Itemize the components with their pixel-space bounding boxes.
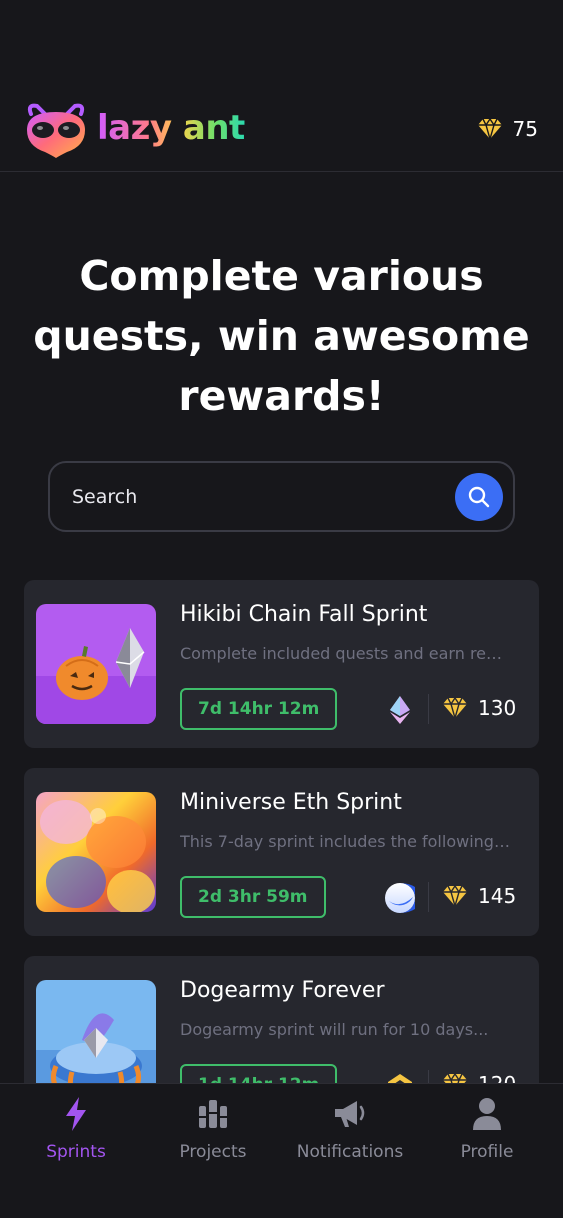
search-icon [468,486,490,508]
reward-value: 120 [478,1072,516,1083]
sprint-title: Dogearmy Forever [180,978,385,1003]
ant-logo-icon [27,103,85,158]
sprint-reward: 145 [442,884,516,908]
tab-label: Notifications [296,1142,404,1162]
sprint-list[interactable]: Hikibi Chain Fall Sprint Complete includ… [24,580,539,1083]
diamond-balance[interactable]: 75 [477,117,538,141]
tab-label: Profile [460,1142,514,1162]
diamond-icon [443,1073,467,1083]
tab-sprints[interactable]: Sprints [6,1092,146,1162]
sprint-description: Complete included quests and earn reward… [180,644,515,663]
diamond-icon [477,118,502,140]
search-bar [48,461,515,532]
tab-label: Sprints [46,1142,106,1162]
sprint-reward: 130 [442,696,516,720]
sprint-timer: 2d 3hr 59m [180,876,326,918]
sprint-title: Hikibi Chain Fall Sprint [180,602,428,627]
hero-line: Complete various [79,252,484,300]
sprint-card[interactable]: Miniverse Eth Sprint This 7-day sprint i… [24,768,539,936]
hero-line: rewards! [178,372,385,420]
search-input[interactable] [72,481,432,513]
divider [428,694,429,724]
person-icon [473,1098,501,1130]
search-button[interactable] [455,473,503,521]
tab-profile[interactable]: Profile [417,1092,557,1162]
tab-notifications[interactable]: Notifications [280,1092,420,1162]
reward-value: 145 [478,884,517,908]
sprint-description: Dogearmy sprint will run for 10 days... [180,1020,489,1039]
divider [428,1070,429,1083]
ethereum-icon [384,694,416,726]
logo-text: lazy ant [97,111,245,151]
tab-projects[interactable]: Projects [143,1092,283,1162]
sprint-reward: 120 [442,1072,516,1083]
grid-columns-icon [199,1100,227,1128]
sprint-description: This 7-day sprint includes the following… [180,832,515,851]
blue-coin-icon [384,882,416,914]
sprint-thumbnail [36,792,156,912]
megaphone-icon [335,1101,365,1127]
hero-heading: Complete various quests, win awesome rew… [0,246,563,426]
diamond-icon [443,697,467,719]
sprint-card[interactable]: Hikibi Chain Fall Sprint Complete includ… [24,580,539,748]
sprint-timer: 1d 14hr 12m [180,1064,338,1083]
lightning-icon [66,1097,86,1131]
sprint-timer: 7d 14hr 12m [180,688,338,730]
sprint-thumbnail [36,604,156,724]
sprint-title: Miniverse Eth Sprint [180,790,402,815]
bnb-icon [384,1070,416,1083]
bottom-tab-bar: Sprints Projects Notifications Profile [0,1083,563,1218]
app-logo[interactable]: lazy ant [23,102,245,160]
app-header: lazy ant 75 [0,0,563,172]
divider [428,882,429,912]
balance-value: 75 [512,117,538,141]
tab-label: Projects [179,1142,247,1162]
hero-line: quests, win awesome [33,312,530,360]
diamond-icon [443,885,467,907]
sprint-card[interactable]: Dogearmy Forever Dogearmy sprint will ru… [24,956,539,1083]
reward-value: 130 [478,696,517,720]
sprint-thumbnail [36,980,156,1083]
